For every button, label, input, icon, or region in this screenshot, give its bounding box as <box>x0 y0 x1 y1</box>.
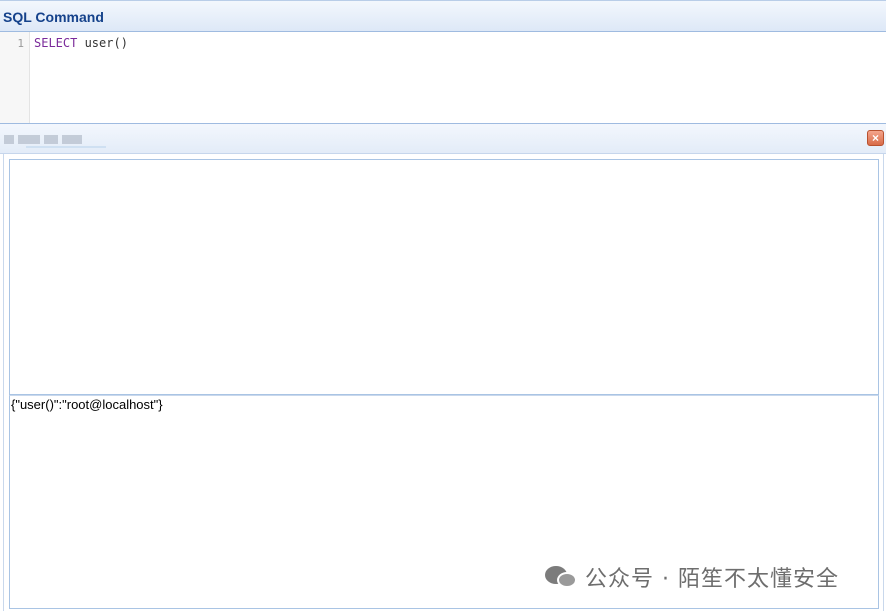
sql-command-title: SQL Command <box>3 9 104 25</box>
close-icon: × <box>871 131 879 145</box>
blurred-panel-title <box>4 132 106 148</box>
result-output-text: {"user()":"root@localhost"} <box>11 397 163 412</box>
result-upper-pane[interactable] <box>9 159 879 395</box>
close-button[interactable]: × <box>867 130 884 146</box>
watermark: 公众号 · 陌笙不太懂安全 <box>545 563 839 592</box>
line-number: 1 <box>17 37 24 50</box>
sql-code-rest: user() <box>77 36 128 50</box>
watermark-text: 公众号 · 陌笙不太懂安全 <box>585 567 839 592</box>
sql-command-header: SQL Command <box>0 0 886 32</box>
line-number-gutter: 1 <box>0 32 30 123</box>
code-line[interactable]: SELECT user() <box>34 36 128 50</box>
sql-keyword: SELECT <box>34 36 78 50</box>
result-panel-header <box>0 123 886 154</box>
wechat-icon <box>545 564 579 590</box>
sql-editor[interactable]: 1 SELECT user() <box>0 32 886 123</box>
